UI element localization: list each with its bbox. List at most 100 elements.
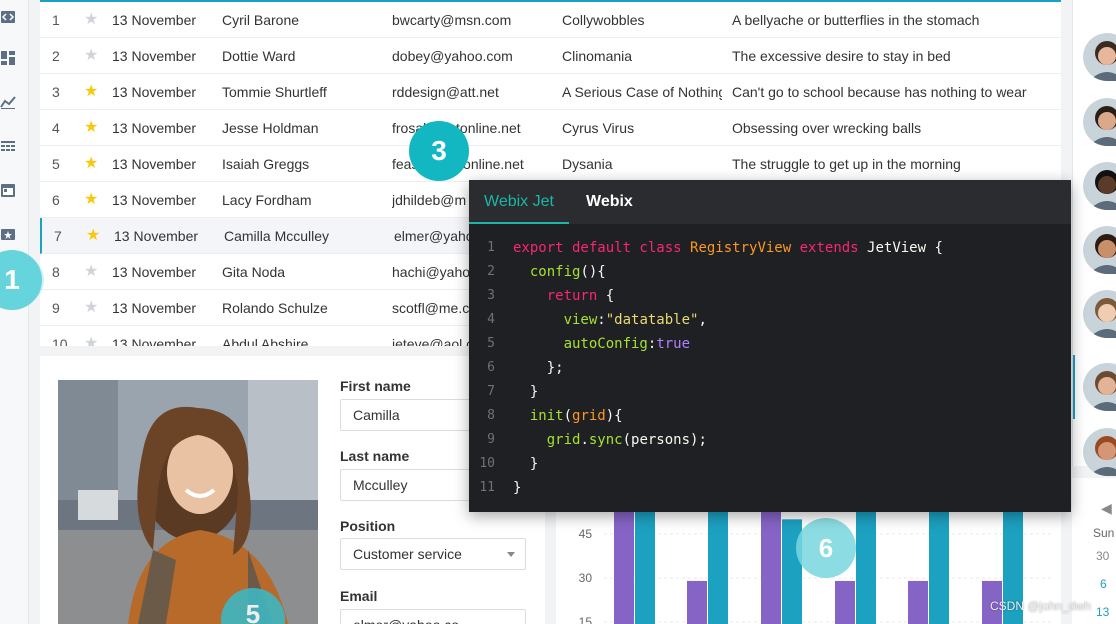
code-text: } [513, 452, 538, 476]
code-text: }; [513, 356, 564, 380]
line-number: 3 [487, 288, 495, 303]
avatar[interactable] [1083, 428, 1116, 476]
row-description: Can't go to school because has nothing t… [732, 84, 1027, 100]
star-icon[interactable]: ★ [84, 2, 102, 38]
calendar-prev-icon[interactable]: ◀ [1101, 500, 1112, 517]
contacts-panel [1072, 0, 1116, 476]
code-token: } [513, 456, 539, 472]
star-icon[interactable]: ★ [84, 290, 102, 326]
code-token: ( [563, 408, 573, 424]
chevron-down-icon [507, 552, 515, 557]
table-row[interactable]: 513 NovemberIsaiah Greggsfeasel@optonlin… [40, 146, 1061, 182]
row-number: 5 [52, 156, 60, 172]
y-tick-label: 15 [579, 615, 593, 624]
code-token: RegistryView [690, 240, 792, 256]
row-number: 2 [52, 48, 60, 64]
tab-webix[interactable]: Webix [571, 180, 648, 224]
row-number: 8 [52, 264, 60, 280]
row-date: 13 November [112, 120, 197, 136]
row-description: The excessive desire to stay in bed [732, 48, 951, 64]
table-icon[interactable] [0, 139, 16, 155]
dashboard-icon[interactable] [0, 50, 16, 66]
bar-series-1[interactable] [687, 580, 707, 624]
code-text: init(grid){ [513, 404, 623, 428]
code-line: 9 grid.sync(persons); [469, 428, 1071, 452]
code-token: grid [546, 432, 581, 448]
calendar-icon[interactable] [0, 182, 16, 198]
star-icon[interactable]: ★ [84, 182, 102, 218]
table-row[interactable]: 1 13 November Cyril Barone bwcarty@msn.com C… [40, 2, 1061, 38]
row-description: Obsessing over wrecking balls [732, 120, 922, 136]
row-condition: A Serious Case of Nothing [562, 84, 722, 100]
watermark: CSDN @john_dwh [990, 599, 1091, 613]
step-badge-3: 3 [409, 121, 469, 181]
code-token: grid [572, 408, 606, 424]
code-line: 11} [469, 476, 1071, 500]
chart-icon[interactable] [0, 94, 16, 110]
avatar[interactable] [1083, 290, 1116, 338]
position-select-value: Customer service [353, 546, 462, 562]
tab-webix-jet[interactable]: Webix Jet [469, 180, 569, 224]
row-number: 10 [52, 336, 68, 346]
calendar-day[interactable]: 30 [1096, 549, 1109, 563]
row-email: dobey@yahoo.com [392, 48, 513, 64]
star-icon[interactable]: ★ [84, 74, 102, 110]
table-row[interactable]: 413 NovemberJesse Holdmanfrosal@optonlin… [40, 110, 1061, 146]
line-number: 1 [487, 240, 495, 255]
bar-series-2[interactable] [635, 506, 655, 624]
bar-series-2[interactable] [929, 506, 949, 624]
code-token: extends [791, 240, 868, 256]
line-number: 2 [487, 264, 495, 279]
bar-series-2[interactable] [708, 506, 728, 624]
row-number: 9 [52, 300, 60, 316]
row-date: 13 November [112, 336, 197, 346]
code-icon[interactable] [0, 9, 16, 25]
row-number: 7 [54, 228, 62, 244]
avatar[interactable] [1083, 162, 1116, 210]
code-line: 4 view:"datatable", [469, 308, 1071, 332]
star-icon[interactable]: ★ [84, 326, 102, 346]
avatar[interactable] [1083, 226, 1116, 274]
selected-indicator [1073, 355, 1075, 419]
avatar[interactable] [1083, 363, 1116, 411]
star-icon[interactable]: ★ [86, 218, 104, 254]
email-label: Email [340, 588, 378, 604]
row-email: rddesign@att.net [392, 84, 499, 100]
bar-series-2[interactable] [856, 506, 876, 624]
star-icon[interactable]: ★ [84, 110, 102, 146]
code-token: JetView { [867, 240, 943, 256]
code-token: "datatable" [605, 312, 699, 328]
calendar-day[interactable]: 6 [1100, 577, 1107, 591]
table-row[interactable]: 2 13 November Dottie Ward dobey@yahoo.com Cl… [40, 38, 1061, 74]
code-text: export default class RegistryView extend… [513, 236, 943, 260]
row-date: 13 November [114, 228, 199, 244]
bar-series-1[interactable] [835, 580, 855, 624]
row-condition: Cyrus Virus [562, 120, 635, 136]
bar-series-1[interactable] [614, 506, 634, 624]
row-number: 6 [52, 192, 60, 208]
code-token: } [513, 384, 539, 400]
row-number: 1 [52, 12, 60, 28]
line-number: 8 [487, 408, 495, 423]
star-icon[interactable]: ★ [84, 38, 102, 74]
star-tag-icon[interactable] [0, 226, 16, 242]
bar-series-1[interactable] [761, 506, 781, 624]
row-name: Cyril Barone [222, 12, 300, 28]
position-select[interactable]: Customer service [340, 538, 526, 570]
avatar[interactable] [1083, 98, 1116, 146]
calendar-day[interactable]: 13 [1096, 605, 1109, 619]
code-token: autoConfig [563, 336, 648, 352]
bar-series-1[interactable] [908, 580, 928, 624]
avatar[interactable] [1083, 33, 1116, 81]
position-label: Position [340, 518, 396, 534]
table-row[interactable]: 3 13 November Tommie Shurtleff rddesign@att… [40, 74, 1061, 110]
code-token: : [597, 312, 606, 328]
star-icon[interactable]: ★ [84, 146, 102, 182]
row-date: 13 November [112, 300, 197, 316]
email-field[interactable]: elmer@yahoo.co [340, 609, 526, 624]
code-token: , [698, 312, 707, 328]
star-icon[interactable]: ★ [84, 254, 102, 290]
